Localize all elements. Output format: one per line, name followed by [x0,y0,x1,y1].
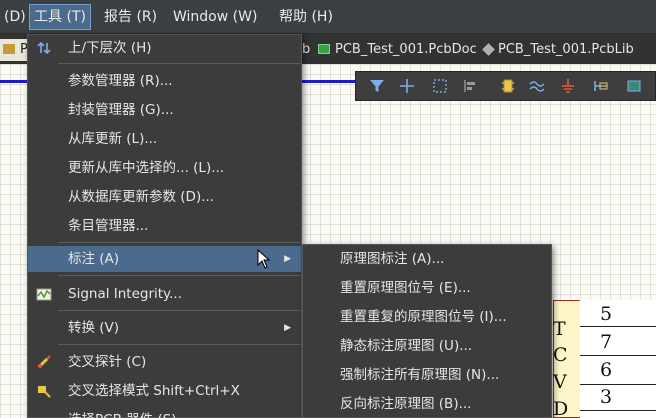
schematic-doc-icon [3,44,15,54]
menu-tools[interactable]: 工具 (T) [29,4,91,30]
menu-item-cross-probe[interactable]: 交叉探针 (C) [28,349,301,375]
menu-item-signal-integrity[interactable]: Signal Integrity... [28,281,301,307]
pin-divider [580,355,656,356]
mouse-cursor-icon [257,249,271,269]
menu-separator [58,275,301,276]
pin-number: 6 [600,359,613,381]
pin-number: 3 [600,386,613,408]
menu-item-footprint-manager[interactable]: 封装管理器 (G)... [28,97,301,123]
tab-pcb-lib[interactable]: PCB_Test_001.PcbLib [482,39,634,61]
menu-help[interactable]: 帮助 (H) [275,4,337,30]
pin-divider [580,410,656,411]
menu-item-select-pcb-components[interactable]: 选择PCB 器件 (S) [28,407,301,418]
menu-separator [58,310,301,311]
pcb-lib-icon [482,43,495,56]
menu-item-update-from-library[interactable]: 从库更新 (L)... [28,126,301,152]
menu-separator [58,242,301,243]
pin-number: 7 [600,331,613,353]
tab-pcb-doc[interactable]: PCB_Test_001.PcbDoc [318,39,477,61]
menu-separator [58,63,301,64]
tab-document-partial[interactable]: b [302,39,310,61]
menu-item-update-parameters-from-database[interactable]: 从数据库更新参数 (D)... [28,184,301,210]
menu-item-update-selected-from-library[interactable]: 更新从库中选择的... (L)... [28,155,301,181]
main-menu-bar: (D) 工具 (T) 报告 (R) Window (W) 帮助 (H) [0,0,656,34]
align-icon[interactable] [461,77,479,95]
menu-item-hierarchy[interactable]: 上/下层次 (H) [28,35,301,61]
tools-dropdown-menu: 上/下层次 (H) 参数管理器 (R)... 封装管理器 (G)... 从库更新… [27,34,302,418]
menu-separator [58,344,301,345]
menu-item-reset-schematic-designators[interactable]: 重置原理图位号 (E)... [303,274,551,303]
annotation-submenu: 原理图标注 (A)... 重置原理图位号 (E)... 重置重复的原理图位号 (… [302,244,552,418]
select-area-icon[interactable] [431,77,449,95]
pin-divider [580,384,656,385]
menu-item-static-annotate[interactable]: 静态标注原理图 (U)... [303,332,551,361]
pin-label: D [553,398,569,418]
pin-divider [580,326,656,327]
cross-probe-icon [37,355,51,369]
pcb-doc-icon [318,44,330,54]
place-part-icon[interactable] [499,77,517,95]
menu-item-item-manager[interactable]: 条目管理器... [28,213,301,239]
move-crosshair-icon[interactable] [398,77,416,95]
pin-label: V [553,371,567,393]
power-port-icon[interactable] [559,77,577,95]
signal-integrity-icon [36,288,52,301]
pin-label: T [553,318,566,340]
up-down-hierarchy-icon [37,41,51,55]
filter-icon[interactable] [368,77,386,95]
menu-item-convert[interactable]: 转换 (V) ▶ [28,315,301,341]
menu-item-cross-select-mode[interactable]: 交叉选择模式 Shift+Ctrl+X [28,378,301,404]
menu-item-parameter-manager[interactable]: 参数管理器 (R)... [28,68,301,94]
menu-window[interactable]: Window (W) [169,4,261,30]
pin-number: 5 [600,303,613,325]
menu-reports[interactable]: 报告 (R) [100,4,161,30]
cross-select-icon [38,386,51,398]
menu-item-force-annotate-all[interactable]: 强制标注所有原理图 (N)... [303,361,551,390]
submenu-arrow-icon: ▶ [284,254,291,264]
pin-label: C [553,344,568,366]
place-wire-icon[interactable] [528,77,546,95]
place-sheet-icon[interactable] [625,77,643,95]
schematic-active-toolbar [355,71,656,101]
menu-item-annotate-schematics[interactable]: 原理图标注 (A)... [303,245,551,274]
harness-icon[interactable] [592,77,610,95]
menu-design[interactable]: (D) [0,4,30,30]
submenu-arrow-icon: ▶ [284,323,291,333]
menu-item-back-annotate[interactable]: 反向标注原理图 (B)... [303,390,551,418]
menu-item-reset-duplicate-designators[interactable]: 重置重复的原理图位号 (I)... [303,303,551,332]
